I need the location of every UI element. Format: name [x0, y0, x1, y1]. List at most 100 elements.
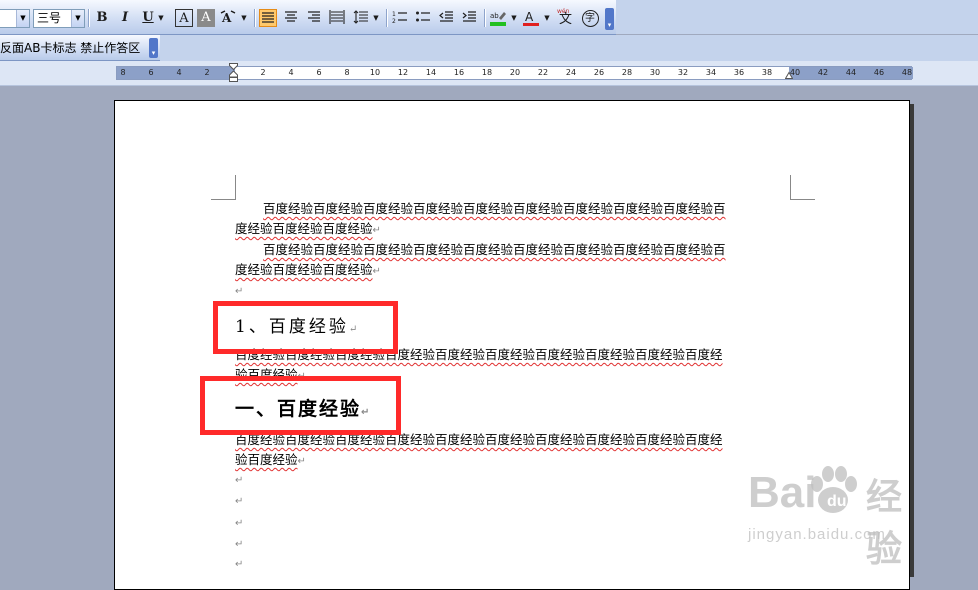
- custom-toolbar-text[interactable]: 反面AB卡标志 禁止作答区: [0, 39, 140, 56]
- chevron-down-icon[interactable]: ▼: [541, 9, 553, 27]
- italic-button[interactable]: I: [116, 9, 134, 27]
- font-size-combo[interactable]: 三号 ▼: [33, 9, 85, 28]
- enclosed-char-button[interactable]: 字: [581, 9, 599, 27]
- svg-text:A: A: [221, 11, 232, 25]
- page-shadow: [910, 104, 914, 577]
- distributed-button[interactable]: [328, 9, 346, 27]
- body-paragraph[interactable]: 百度经验百度经验百度经验百度经验百度经验百度经验百度经验百度经验百度经验百度经 …: [235, 430, 790, 472]
- chinese-layout-char: 文: [559, 12, 573, 27]
- toolbar-empty-area: [616, 0, 978, 34]
- ruler-tick-label: 46: [873, 68, 885, 77]
- paragraph-line: 百度经验百度经验百度经验百度经验百度经验百度经验百度经验百度经验百度经验百: [263, 201, 726, 216]
- align-center-button[interactable]: [282, 9, 300, 27]
- svg-text:ab: ab: [490, 12, 499, 20]
- font-color-button[interactable]: A: [522, 9, 540, 27]
- annotation-highlight-box: [213, 301, 398, 354]
- ruler-tick-label: 20: [509, 68, 521, 77]
- increase-indent-button[interactable]: [460, 9, 478, 27]
- bullets-button[interactable]: [414, 9, 432, 27]
- ruler-tick-label: 8: [344, 68, 350, 77]
- paragraph-mark: ↵: [235, 559, 244, 570]
- numbering-button[interactable]: 12: [391, 9, 409, 27]
- chevron-down-icon[interactable]: ▼: [155, 9, 167, 27]
- svg-text:du: du: [827, 493, 847, 510]
- line-spacing-icon: [353, 10, 368, 24]
- increase-indent-icon: [462, 11, 476, 22]
- ruler-tick-label: 14: [425, 68, 437, 77]
- ruler-tick-label: 2: [204, 68, 210, 77]
- highlighter-icon: ab: [490, 12, 506, 26]
- baidu-jingyan-watermark: Bai du 经验 jingyan.baidu.com: [748, 466, 902, 569]
- ruler-tick-label: 4: [176, 68, 182, 77]
- ruler-tick-label: 22: [537, 68, 549, 77]
- line-spacing-button[interactable]: [352, 9, 370, 27]
- paragraph-mark: ↵: [297, 456, 306, 467]
- chevron-down-icon[interactable]: ▼: [71, 10, 84, 27]
- ruler-tick-label: 18: [481, 68, 493, 77]
- font-color-icon: A: [523, 10, 539, 26]
- right-indent-marker-icon[interactable]: [785, 71, 793, 79]
- char-border-button[interactable]: A: [175, 9, 193, 27]
- chevron-down-icon[interactable]: ▼: [238, 9, 250, 27]
- ruler-tick-label: 28: [621, 68, 633, 77]
- chevron-down-icon[interactable]: ▼: [508, 9, 520, 27]
- paragraph-mark: ↵: [372, 266, 381, 277]
- paragraph-mark: ↵: [235, 475, 244, 486]
- ruler-tick-label: 44: [845, 68, 857, 77]
- toolbar-options-chevron[interactable]: ▾: [149, 38, 158, 58]
- paragraph-mark: ↵: [235, 286, 244, 297]
- ruler-tick-label: 36: [733, 68, 745, 77]
- paragraph-mark: ↵: [235, 518, 244, 529]
- toolbar-options-chevron[interactable]: ▾: [605, 8, 614, 30]
- paragraph-mark: ↵: [235, 539, 244, 550]
- paw-icon: du: [811, 466, 857, 513]
- paragraph-line: 百度经验百度经验百度经验百度经验百度经验百度经验百度经验百度经验百度经验百: [263, 242, 726, 257]
- chevron-down-icon[interactable]: ▼: [16, 10, 29, 27]
- svg-text:1: 1: [392, 11, 396, 18]
- numbered-list-icon: 12: [392, 11, 407, 25]
- ruler-tick-label: 6: [316, 68, 322, 77]
- chinese-layout-button[interactable]: wén 文: [557, 8, 575, 27]
- margin-corner-mark: [211, 175, 236, 200]
- bold-button[interactable]: B: [93, 9, 111, 27]
- custom-toolbar: 反面AB卡标志 禁止作答区 ▾: [0, 35, 160, 61]
- ruler-tick-label: 2: [260, 68, 266, 77]
- char-scale-button[interactable]: A: [219, 9, 237, 27]
- font-name-combo[interactable]: ▼: [0, 9, 30, 28]
- paragraph-line: 度经验百度经验百度经验: [235, 262, 373, 277]
- annotation-highlight-box: [200, 376, 401, 435]
- ruler-tick-label: 24: [565, 68, 577, 77]
- decrease-indent-button[interactable]: [437, 9, 455, 27]
- paragraph-line: 度经验百度经验百度经验: [235, 221, 373, 236]
- ruler-tick-label: 16: [453, 68, 465, 77]
- align-justify-icon: [262, 12, 274, 23]
- ruler-tick-label: 32: [677, 68, 689, 77]
- ruler-tick-label: 6: [148, 68, 154, 77]
- align-right-button[interactable]: [305, 9, 323, 27]
- ruler-tick-label: 26: [593, 68, 605, 77]
- ruler-tick-label: 30: [649, 68, 661, 77]
- ruler-tick-label: 42: [817, 68, 829, 77]
- indent-marker-icon[interactable]: [229, 63, 238, 83]
- paragraph-line: 验百度经验: [235, 452, 298, 467]
- toolbar-separator: [386, 9, 387, 27]
- body-paragraph[interactable]: 百度经验百度经验百度经验百度经验百度经验百度经验百度经验百度经验百度经验百 度经…: [235, 240, 790, 282]
- paragraph-mark: ↵: [372, 225, 381, 236]
- ruler-tick-label: 8: [120, 68, 126, 77]
- align-justify-button[interactable]: [259, 9, 277, 27]
- char-shading-button[interactable]: A: [197, 9, 215, 27]
- highlight-button[interactable]: ab: [489, 9, 507, 27]
- char-scale-icon: A: [220, 10, 236, 25]
- toolbar-empty-area: [160, 35, 978, 61]
- ruler-tick-label: 48: [901, 68, 913, 77]
- paragraph-mark: ↵: [235, 496, 244, 507]
- watermark-url: jingyan.baidu.com: [748, 526, 886, 543]
- chevron-down-icon[interactable]: ▼: [370, 9, 382, 27]
- ruler-tick-label: 10: [369, 68, 381, 77]
- font-size-value: 三号: [37, 11, 62, 25]
- ruler-tick-label: 12: [397, 68, 409, 77]
- enclosed-char: 字: [581, 10, 599, 27]
- svg-text:2: 2: [392, 18, 396, 25]
- distributed-align-icon: [329, 10, 345, 24]
- body-paragraph[interactable]: 百度经验百度经验百度经验百度经验百度经验百度经验百度经验百度经验百度经验百 度经…: [235, 199, 790, 241]
